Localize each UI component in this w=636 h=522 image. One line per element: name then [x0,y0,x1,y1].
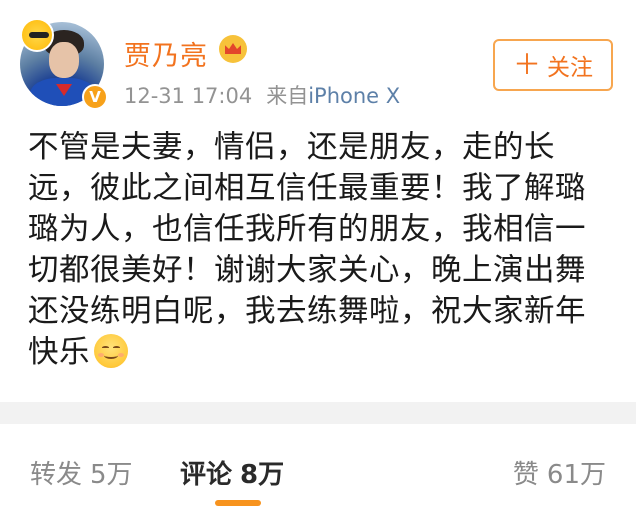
post-content: 不管是夫妻，情侣，还是朋友，走的长 远，彼此之间相互信任最重要！我了解璐 璐为人… [28,127,618,373]
verified-v-icon: V [82,84,108,110]
source-device-link[interactable]: iPhone X [308,84,400,108]
tab-like-label: 赞 [512,460,539,490]
tab-repost-label: 转发 [30,460,83,490]
tab-repost[interactable]: 转发 5万 [30,454,133,491]
smile-emoji-icon [94,334,128,368]
source-prefix: 来自 [266,84,309,108]
plus-icon: ＋ [512,48,541,81]
crown-icon[interactable] [219,35,247,63]
section-divider [0,402,636,424]
content-line: 璐为人，也信任我所有的朋友，我相信一 [28,212,586,247]
content-line: 还没练明白呢，我去练舞啦，祝大家新年 [28,294,586,329]
follow-button[interactable]: ＋ 关注 [493,39,613,91]
active-tab-indicator [215,500,261,506]
tab-comment-label: 评论 [180,460,233,490]
avatar[interactable]: V [20,18,108,110]
tab-like-count: 61万 [546,460,606,490]
sunglasses-sun-icon [20,18,54,52]
follow-button-label: 关注 [547,55,593,81]
tab-comment[interactable]: 评论 8万 [180,454,284,491]
post-action-tabs: 转发 5万 评论 8万 赞 61万 [0,424,636,522]
tab-repost-count: 5万 [90,460,133,490]
username[interactable]: 贾乃亮 [124,34,208,73]
tab-comment-count: 8万 [240,460,285,490]
post-meta: 12-31 17:04 来自iPhone X [124,80,400,110]
weibo-post-card: V 贾乃亮 12-31 17:04 来自iPhone X ＋ 关注 不管是夫妻，情… [0,0,636,402]
content-line: 切都很美好！谢谢大家关心，晚上演出舞 [28,253,586,288]
content-line: 不管是夫妻，情侣，还是朋友，走的长 [28,130,555,165]
content-line-last: 快乐 [28,332,618,373]
content-line: 远，彼此之间相互信任最重要！我了解璐 [28,171,586,206]
post-time: 12-31 17:04 [124,84,253,108]
tab-like[interactable]: 赞 61万 [513,454,606,491]
content-line: 快乐 [28,335,90,370]
